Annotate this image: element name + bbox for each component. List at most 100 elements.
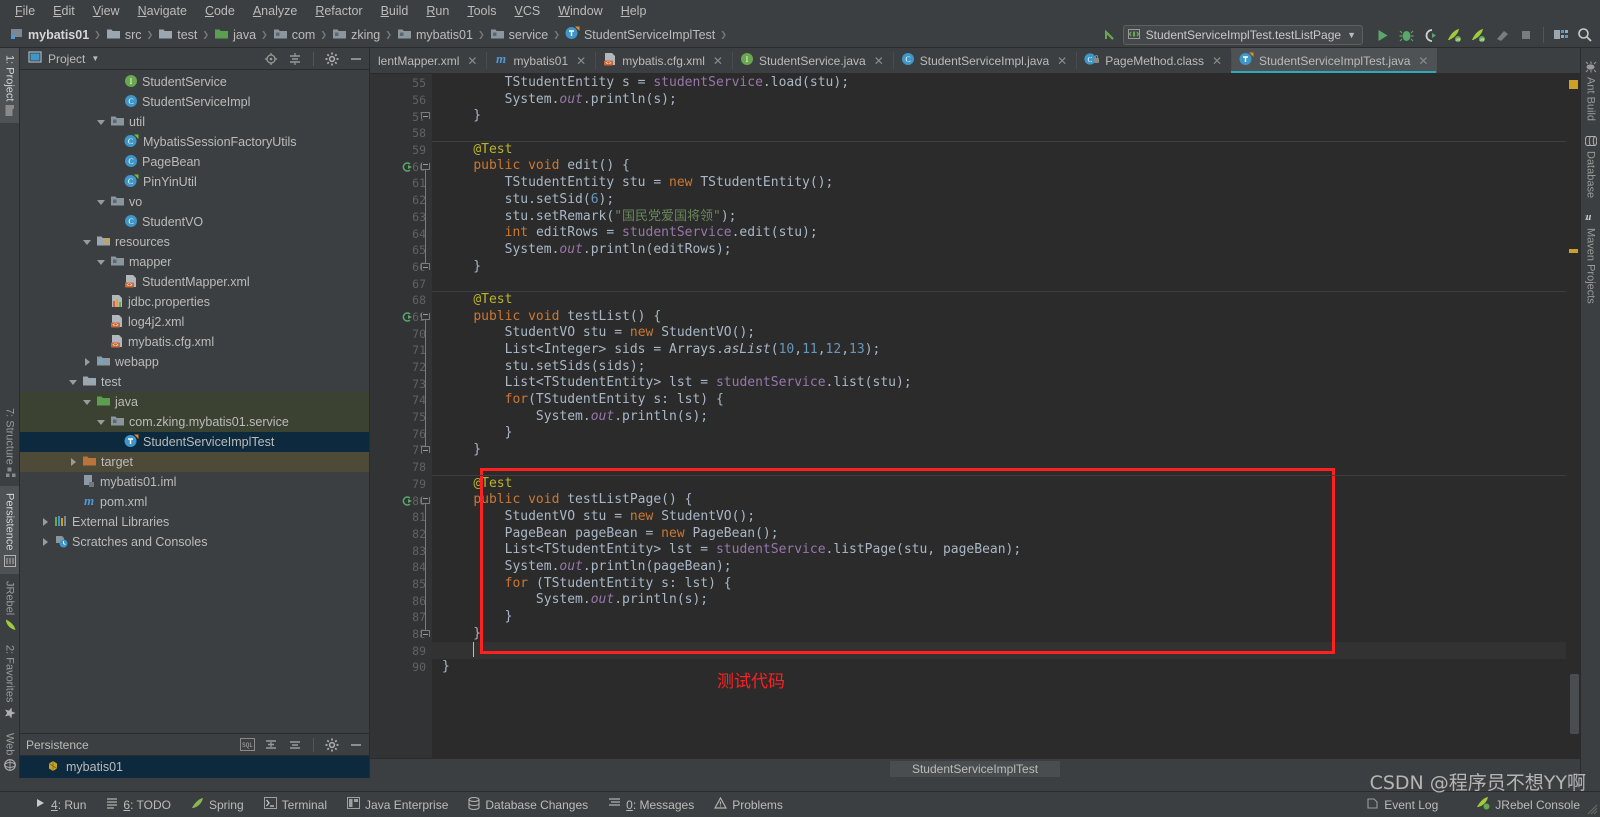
- menu-analyze[interactable]: Analyze: [244, 2, 306, 20]
- collapse-all-icon[interactable]: [286, 736, 304, 754]
- tree-item-mybatis01-iml[interactable]: mybatis01.iml: [20, 472, 369, 492]
- hide-panel-icon[interactable]: [347, 50, 365, 68]
- tree-item-test[interactable]: test: [20, 372, 369, 392]
- collapse-all-icon[interactable]: [286, 50, 304, 68]
- close-icon[interactable]: ✕: [713, 54, 723, 68]
- chevron-down-icon[interactable]: [96, 197, 106, 207]
- chevron-down-icon[interactable]: [68, 377, 78, 387]
- debug-button[interactable]: [1395, 24, 1417, 46]
- gear-icon[interactable]: [323, 50, 341, 68]
- run-configuration-selector[interactable]: StudentServiceImplTest.testListPage ▼: [1122, 25, 1363, 45]
- stop-button[interactable]: [1515, 24, 1537, 46]
- strip-button-7-structure[interactable]: 7: Structure: [0, 401, 19, 487]
- menu-file[interactable]: File: [6, 2, 44, 20]
- strip-button-persistence[interactable]: Persistence: [0, 486, 19, 574]
- breadcrumb-item-service[interactable]: service: [486, 27, 553, 43]
- code-fold-icon[interactable]: [421, 262, 430, 270]
- status-bar-database-changes[interactable]: Database Changes: [458, 796, 598, 813]
- editor-scrollbar[interactable]: [1568, 74, 1580, 758]
- strip-button-2-favorites[interactable]: 2: Favorites: [0, 638, 19, 725]
- breadcrumb-item-studentserviceimpltest[interactable]: StudentServiceImplTest: [561, 26, 719, 43]
- strip-button-database[interactable]: Database: [1581, 128, 1600, 205]
- code-fold-icon[interactable]: [421, 312, 430, 320]
- chevron-right-icon[interactable]: [40, 537, 50, 547]
- status-bar-6-todo[interactable]: 6: TODO: [96, 797, 181, 812]
- menu-build[interactable]: Build: [372, 2, 418, 20]
- chevron-down-icon[interactable]: [96, 417, 106, 427]
- code-fold-icon[interactable]: [421, 630, 430, 638]
- resize-grip[interactable]: [1586, 803, 1598, 815]
- tree-item-pagebean[interactable]: C PageBean: [20, 152, 369, 172]
- tree-item-external-libraries[interactable]: External Libraries: [20, 512, 369, 532]
- code-fold-icon[interactable]: [421, 112, 430, 120]
- status-bar-4-run[interactable]: 4: Run: [24, 797, 96, 812]
- expand-all-icon[interactable]: [262, 736, 280, 754]
- tree-item-resources[interactable]: resources: [20, 232, 369, 252]
- menu-code[interactable]: Code: [196, 2, 244, 20]
- build-button[interactable]: [1491, 24, 1513, 46]
- tree-item-target[interactable]: target: [20, 452, 369, 472]
- chevron-down-icon[interactable]: [82, 237, 92, 247]
- status-bar-spring[interactable]: Spring: [181, 797, 254, 813]
- chevron-right-icon[interactable]: [68, 457, 78, 467]
- menu-tools[interactable]: Tools: [458, 2, 505, 20]
- menu-edit[interactable]: Edit: [44, 2, 84, 20]
- chevron-right-icon[interactable]: [40, 517, 50, 527]
- status-bar-event-log[interactable]: Event Log: [1356, 797, 1448, 813]
- tree-item-pom-xml[interactable]: m pom.xml: [20, 492, 369, 512]
- code-fold-icon[interactable]: [421, 162, 430, 170]
- editor-tab-pagemethod-class[interactable]: C PageMethod.class ✕: [1076, 48, 1231, 73]
- chevron-down-icon[interactable]: ▼: [1347, 30, 1356, 40]
- editor-gutter[interactable]: 55 56 57 58 59 60 61 62 63 64 65 66 67 68 69 70 71 72 73 74…: [370, 74, 432, 758]
- run-button[interactable]: [1371, 24, 1393, 46]
- run-test-gutter-icon[interactable]: [401, 161, 413, 173]
- tree-item-vo[interactable]: vo: [20, 192, 369, 212]
- breadcrumb-item-zking[interactable]: zking: [328, 27, 384, 43]
- editor-tab-mybatis-cfg-xml[interactable]: <> mybatis.cfg.xml ✕: [595, 48, 732, 73]
- status-bar-terminal[interactable]: Terminal: [254, 797, 337, 812]
- run-test-gutter-icon[interactable]: [401, 495, 413, 507]
- editor-tab-studentserviceimpltest-java[interactable]: StudentServiceImplTest.java ✕: [1231, 48, 1438, 73]
- menu-view[interactable]: View: [84, 2, 129, 20]
- close-icon[interactable]: ✕: [576, 54, 586, 68]
- jrebel-run-button[interactable]: JR: [1443, 24, 1465, 46]
- chevron-down-icon[interactable]: ▼: [91, 54, 99, 63]
- breadcrumb-item-test[interactable]: test: [154, 27, 201, 43]
- run-with-coverage-button[interactable]: [1419, 24, 1441, 46]
- strip-button-1-project[interactable]: 1: Project: [0, 48, 19, 124]
- tree-item-jdbc-properties[interactable]: jdbc.properties: [20, 292, 369, 312]
- status-bar-0-messages[interactable]: 0: Messages: [598, 797, 704, 812]
- run-test-gutter-icon[interactable]: [401, 311, 413, 323]
- chevron-right-icon[interactable]: [82, 357, 92, 367]
- menu-vcs[interactable]: VCS: [506, 2, 550, 20]
- close-icon[interactable]: ✕: [1057, 54, 1067, 68]
- code-fold-icon[interactable]: [421, 496, 430, 504]
- tree-item-studentvo[interactable]: C StudentVO: [20, 212, 369, 232]
- tree-item-studentserviceimpl[interactable]: C StudentServiceImpl: [20, 92, 369, 112]
- editor-tab-lentmapper-xml[interactable]: lentMapper.xml ✕: [370, 48, 486, 73]
- sql-icon[interactable]: SQL: [238, 736, 256, 754]
- tree-item-studentserviceimpltest[interactable]: StudentServiceImplTest: [20, 432, 369, 452]
- chevron-down-icon[interactable]: [82, 397, 92, 407]
- tree-item-mapper[interactable]: mapper: [20, 252, 369, 272]
- code-fold-icon[interactable]: [421, 446, 430, 454]
- editor-tab-studentservice-java[interactable]: I StudentService.java ✕: [731, 48, 893, 73]
- hide-panel-icon[interactable]: [347, 736, 365, 754]
- strip-button-jrebel[interactable]: JRebel: [0, 574, 19, 638]
- close-icon[interactable]: ✕: [467, 54, 477, 68]
- tree-item-webapp[interactable]: webapp: [20, 352, 369, 372]
- tree-item-util[interactable]: util: [20, 112, 369, 132]
- status-bar-problems[interactable]: Problems: [704, 796, 793, 812]
- tree-item-com-zking-mybatis01-service[interactable]: com.zking.mybatis01.service: [20, 412, 369, 432]
- tree-item-studentmapper-xml[interactable]: <> StudentMapper.xml: [20, 272, 369, 292]
- editor-marker-strip[interactable]: [1566, 74, 1580, 758]
- close-icon[interactable]: ✕: [1212, 54, 1222, 68]
- editor-tab-studentserviceimpl-java[interactable]: C StudentServiceImpl.java ✕: [892, 48, 1076, 73]
- tree-item-scratches-and-consoles[interactable]: Scratches and Consoles: [20, 532, 369, 552]
- warning-marker[interactable]: [1569, 249, 1578, 253]
- strip-button-web[interactable]: Web: [0, 726, 19, 778]
- tree-item-mybatis-cfg-xml[interactable]: <> mybatis.cfg.xml: [20, 332, 369, 352]
- search-everywhere-button[interactable]: [1574, 24, 1596, 46]
- strip-button-ant-build[interactable]: Ant Build: [1581, 54, 1600, 128]
- project-tree[interactable]: I StudentService C StudentServiceImpl util C M…: [20, 70, 369, 733]
